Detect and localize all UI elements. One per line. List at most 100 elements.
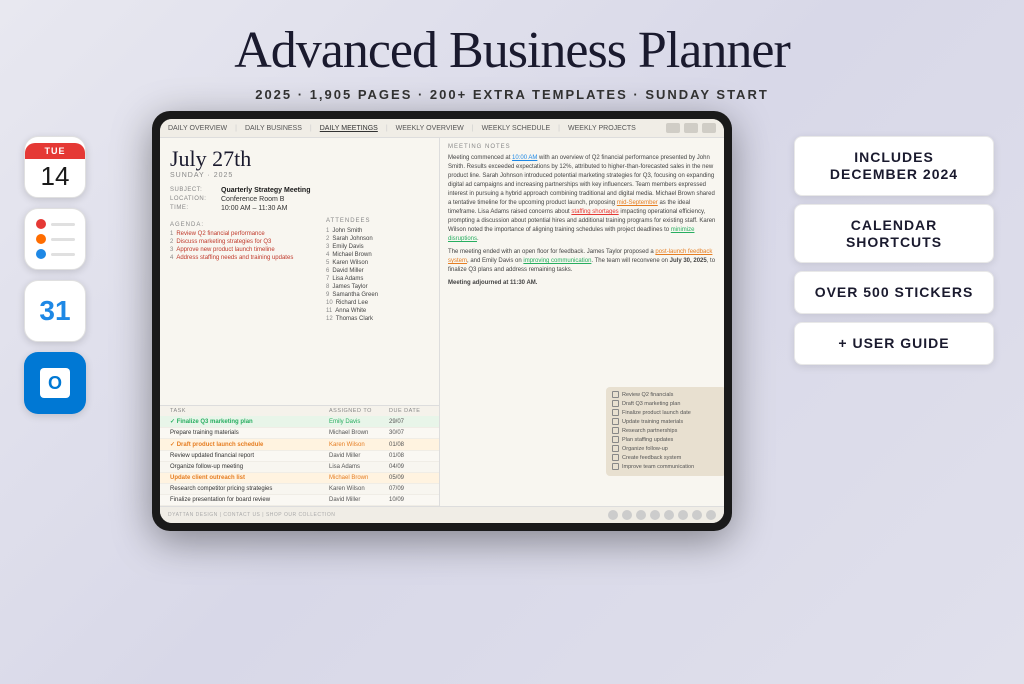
nav-weekly-overview[interactable]: WEEKLY OVERVIEW [396,125,464,132]
nav-daily-overview[interactable]: DAILY OVERVIEW [168,125,227,132]
agenda-item-1: 1 Review Q2 financial performance [170,231,310,237]
location-value: Conference Room B [221,196,284,203]
check-item-8: Create feedback system [612,454,720,461]
task-row-4: Review updated financial report David Mi… [160,451,439,462]
meeting-notes-panel: MEETING NOTES Meeting commenced at 10:00… [440,138,724,506]
red-dot-icon [36,219,46,229]
bottom-icon-4[interactable] [650,510,660,520]
bottom-toolbar-icons [608,510,716,520]
gcal-app-icon[interactable]: 31 [24,280,86,342]
two-col-area: AGENDA: 1 Review Q2 financial performanc… [160,218,439,405]
comm-highlight: improving communication [523,258,591,264]
nav-daily-business[interactable]: DAILY BUSINESS [245,125,302,132]
ipad-main-content: July 27th SUNDAY · 2025 SUBJECT: Quarter… [160,138,724,506]
attendee-4: 4 Michael Brown [326,251,414,259]
check-item-9: Improve team communication [612,463,720,470]
bottom-icon-7[interactable] [692,510,702,520]
task-row-8: Finalize presentation for board review D… [160,495,439,506]
nav-icon-1[interactable] [666,123,680,133]
nav-icon-3[interactable] [702,123,716,133]
meeting-info: SUBJECT: Quarterly Strategy Meeting LOCA… [160,183,439,218]
orange-dot-icon [36,234,46,244]
reminder-dot-2 [36,234,75,244]
calendar-app-icon[interactable]: TUE 14 [24,136,86,198]
reminder-dots-container [36,219,75,259]
bottom-icon-2[interactable] [622,510,632,520]
tasks-header: TASK ASSIGNED TO DUE DATE [160,406,439,416]
ipad-nav-bar: DAILY OVERVIEW | DAILY BUSINESS | DAILY … [160,119,724,138]
attendee-2: 2 Sarah Johnson [326,235,414,243]
footer-text: DYATTAN DESIGN | CONTACT US | SHOP OUR C… [168,512,335,518]
calendar-day-label: TUE [25,143,85,159]
task-row-1: ✓ Finalize Q3 marketing plan Emily Davis… [160,416,439,428]
bottom-icon-5[interactable] [664,510,674,520]
time-value: 10:00 AM – 11:30 AM [221,205,287,212]
ipad-bottom-bar: DYATTAN DESIGN | CONTACT US | SHOP OUR C… [160,506,724,523]
page-subtitle: 2025 · 1,905 PAGES · 200+ EXTRA TEMPLATE… [0,87,1024,102]
check-item-3: Finalize product launch date [612,409,720,416]
bottom-icon-1[interactable] [608,510,618,520]
check-item-5: Research partnerships [612,427,720,434]
nav-weekly-schedule[interactable]: WEEKLY SCHEDULE [482,125,551,132]
check-item-1: Review Q2 financials [612,391,720,398]
nav-daily-meetings[interactable]: DAILY MEETINGS [320,125,378,132]
subject-row: SUBJECT: Quarterly Strategy Meeting [170,187,429,194]
check-item-2: Draft Q3 marketing plan [612,400,720,407]
location-row: LOCATION: Conference Room B [170,196,429,203]
reminders-app-icon[interactable] [24,208,86,270]
blue-dot-icon [36,249,46,259]
agenda-item-4: 4 Address staffing needs and training up… [170,255,310,261]
attendees-header: ATTENDEES [326,218,414,224]
page-header: Advanced Business Planner 2025 · 1,905 P… [0,0,1024,102]
bottom-icon-8[interactable] [706,510,716,520]
dot-line-2 [51,238,75,241]
time-label: TIME: [170,205,215,212]
feature-box-stickers: OVER 500 STICKERS [794,271,994,314]
date-header: July 27th SUNDAY · 2025 [160,138,439,183]
check-item-6: Plan staffing updates [612,436,720,443]
feature-stickers-text: OVER 500 STICKERS [811,284,977,301]
attendee-7: 7 Lisa Adams [326,275,414,283]
disruptions-highlight: minimize disruptions [448,227,694,242]
ipad-device: DAILY OVERVIEW | DAILY BUSINESS | DAILY … [152,111,732,531]
bottom-icon-6[interactable] [678,510,688,520]
attendee-11: 11 Anna White [326,307,414,315]
reminder-dot-3 [36,249,75,259]
check-item-7: Organize follow-up [612,445,720,452]
attendee-3: 3 Emily Davis [326,243,414,251]
attendee-1: 1 John Smith [326,227,414,235]
meeting-date-sub: SUNDAY · 2025 [170,172,429,179]
attendee-8: 8 James Taylor [326,283,414,291]
attendee-9: 9 Samantha Green [326,291,414,299]
feature-box-guide: + USER GUIDE [794,322,994,365]
agenda-section: AGENDA: 1 Review Q2 financial performanc… [160,218,320,405]
outlook-inner-icon: O [40,368,70,398]
adjournment-text: Meeting adjourned at 11:30 AM. [448,280,537,286]
app-icons-column: TUE 14 31 [20,136,90,414]
bottom-icon-3[interactable] [636,510,646,520]
task-row-3: ✓ Draft product launch schedule Karen Wi… [160,439,439,451]
outlook-app-icon[interactable]: O [24,352,86,414]
check-item-4: Update training materials [612,418,720,425]
ipad-mockup-container: DAILY OVERVIEW | DAILY BUSINESS | DAILY … [106,111,778,531]
main-content: TUE 14 31 [0,102,1024,531]
left-panel: July 27th SUNDAY · 2025 SUBJECT: Quarter… [160,138,440,506]
nav-weekly-projects[interactable]: WEEKLY PROJECTS [568,125,636,132]
tasks-table: TASK ASSIGNED TO DUE DATE ✓ Finalize Q3 … [160,405,439,506]
agenda-item-2: 2 Discuss marketing strategies for Q3 [170,239,310,245]
page-title: Advanced Business Planner [0,22,1024,79]
subject-value: Quarterly Strategy Meeting [221,187,310,194]
feature-box-december: INCLUDES DECEMBER 2024 [794,136,994,196]
col-task: TASK [170,408,329,414]
attendee-6: 6 David Miller [326,267,414,275]
checklist-overlay: Review Q2 financials Draft Q3 marketing … [606,387,724,476]
task-row-7: Research competitor pricing strategies K… [160,484,439,495]
subject-label: SUBJECT: [170,187,215,194]
location-label: LOCATION: [170,196,215,203]
attendee-5: 5 Karen Wilson [326,259,414,267]
col-assigned: ASSIGNED TO [329,408,389,414]
nav-icon-2[interactable] [684,123,698,133]
date-bold: July 30, 2025 [670,258,707,264]
attendees-section: ATTENDEES 1 John Smith 2 Sarah Johnson 3… [320,218,420,405]
feature-calendar-text: CALENDAR SHORTCUTS [811,217,977,251]
